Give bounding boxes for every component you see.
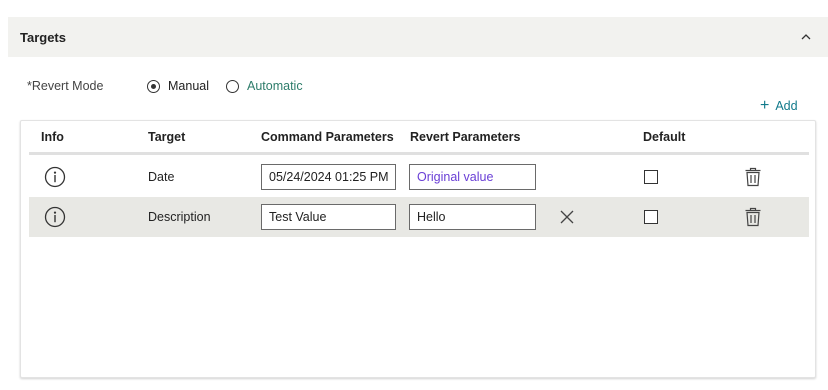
default-cell	[644, 197, 658, 237]
info-icon[interactable]	[44, 206, 66, 228]
plus-icon: +	[760, 97, 770, 114]
revert-parameter-input[interactable]: Hello	[409, 204, 536, 230]
revert-parameter-cell: Original value	[409, 157, 536, 197]
table-header: Info Target Command Parameters Revert Pa…	[29, 121, 809, 155]
column-header-info: Info	[41, 130, 64, 144]
revert-mode-radio-group: Manual Automatic	[147, 79, 320, 93]
command-parameter-input[interactable]: Test Value	[261, 204, 396, 230]
revert-parameter-cell: Hello	[409, 197, 536, 237]
column-header-revert-parameters: Revert Parameters	[410, 130, 521, 144]
radio-selected-dot	[151, 83, 156, 89]
revert-mode-row: *Revert Mode Manual Automatic	[27, 76, 320, 96]
command-parameter-cell: Test Value	[261, 197, 396, 237]
radio-automatic-circle[interactable]	[226, 79, 239, 93]
radio-automatic[interactable]: Automatic	[226, 79, 303, 93]
panel-header[interactable]: Targets	[8, 17, 828, 57]
radio-automatic-label: Automatic	[247, 79, 303, 93]
default-cell	[644, 157, 658, 197]
revert-mode-label: *Revert Mode	[27, 79, 104, 93]
info-icon[interactable]	[44, 166, 66, 188]
info-cell	[44, 197, 66, 237]
panel-title: Targets	[20, 29, 66, 45]
delete-cell	[744, 197, 762, 237]
radio-manual[interactable]: Manual	[147, 79, 209, 93]
info-cell	[44, 157, 66, 197]
command-parameter-input[interactable]: 05/24/2024 01:25 PM	[261, 164, 396, 190]
revert-parameter-input[interactable]: Original value	[409, 164, 536, 190]
target-cell: Date	[148, 157, 174, 197]
close-icon[interactable]	[560, 210, 574, 224]
column-header-default: Default	[643, 130, 686, 144]
trash-icon[interactable]	[744, 167, 762, 187]
target-name: Description	[148, 210, 211, 224]
default-checkbox[interactable]	[644, 170, 658, 184]
table-row[interactable]: Date 05/24/2024 01:25 PM Original value	[29, 157, 809, 197]
table-row[interactable]: Description Test Value Hello	[29, 197, 809, 237]
add-button-label: Add	[775, 99, 798, 113]
target-name: Date	[148, 170, 175, 184]
add-button[interactable]: + Add	[760, 98, 798, 114]
trash-icon[interactable]	[744, 207, 762, 227]
column-header-command-parameters: Command Parameters	[261, 130, 394, 144]
radio-manual-circle[interactable]	[147, 79, 160, 93]
command-parameter-cell: 05/24/2024 01:25 PM	[261, 157, 396, 197]
default-checkbox[interactable]	[644, 210, 658, 224]
clear-cell	[560, 197, 574, 237]
target-cell: Description	[148, 197, 211, 237]
column-header-target: Target	[148, 130, 186, 144]
chevron-up-icon[interactable]	[796, 27, 816, 47]
delete-cell	[744, 157, 762, 197]
radio-manual-label: Manual	[168, 79, 209, 93]
targets-table: Info Target Command Parameters Revert Pa…	[20, 120, 816, 378]
